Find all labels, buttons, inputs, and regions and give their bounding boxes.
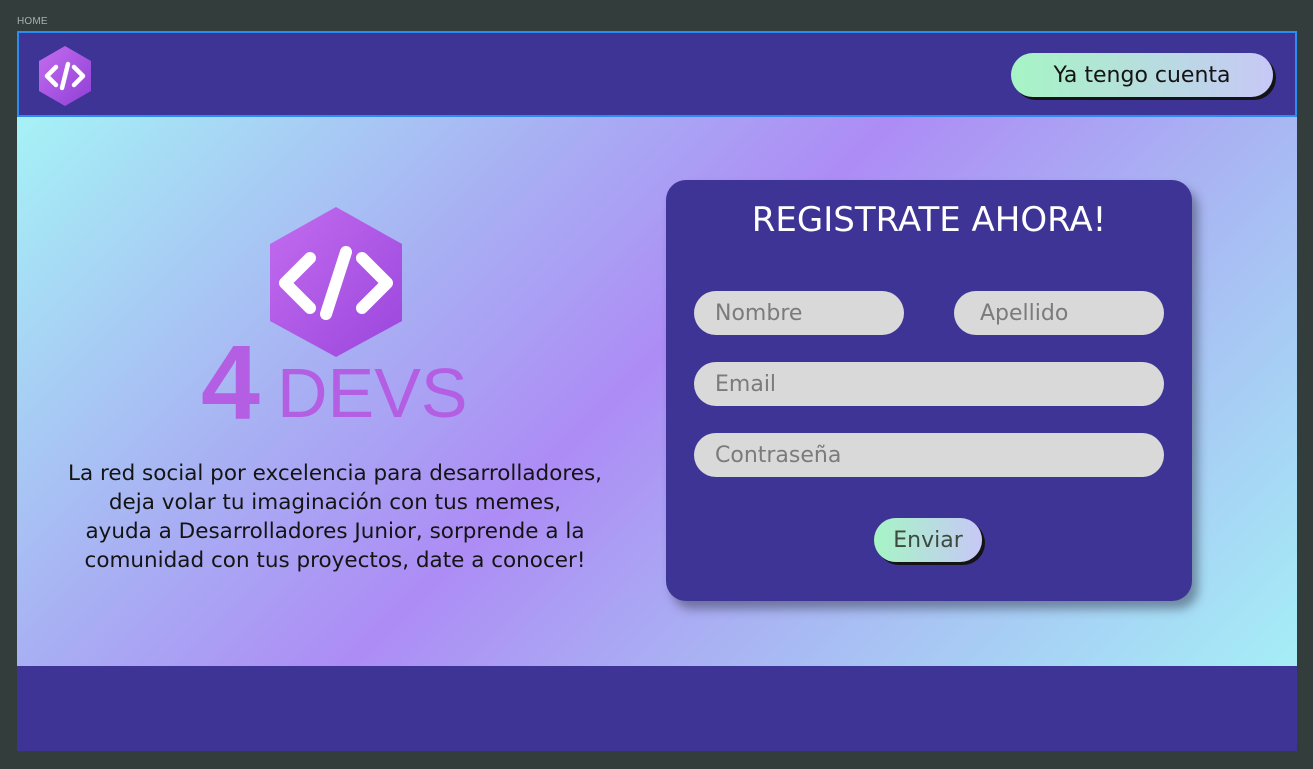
logo-number: 4 (201, 324, 260, 423)
footer (17, 666, 1297, 751)
hero-section: 4 DEVS La red social por excelencia para… (17, 117, 1297, 666)
last-name-input[interactable]: Apellido (954, 291, 1164, 335)
login-button[interactable]: Ya tengo cuenta (1011, 53, 1273, 97)
password-input[interactable]: Contraseña (694, 433, 1164, 477)
tagline: La red social por excelencia para desarr… (67, 461, 602, 573)
email-input[interactable]: Email (694, 362, 1164, 406)
logo-wordmark: DEVS (277, 354, 468, 423)
frame-label: HOME (17, 16, 48, 27)
register-title: REGISTRATE AHORA! (751, 200, 1107, 240)
submit-button[interactable]: Enviar (874, 518, 982, 562)
navbar: Ya tengo cuenta (17, 31, 1297, 117)
4devs-logo: 4 DEVS (201, 207, 468, 423)
register-card: REGISTRATE AHORA! Nombre Apellido Email … (666, 180, 1192, 601)
home-page: Ya tengo cuenta 4 DEVS La red social por… (17, 31, 1297, 751)
first-name-input[interactable]: Nombre (694, 291, 904, 335)
code-brackets-hexagon-icon[interactable] (37, 45, 93, 107)
